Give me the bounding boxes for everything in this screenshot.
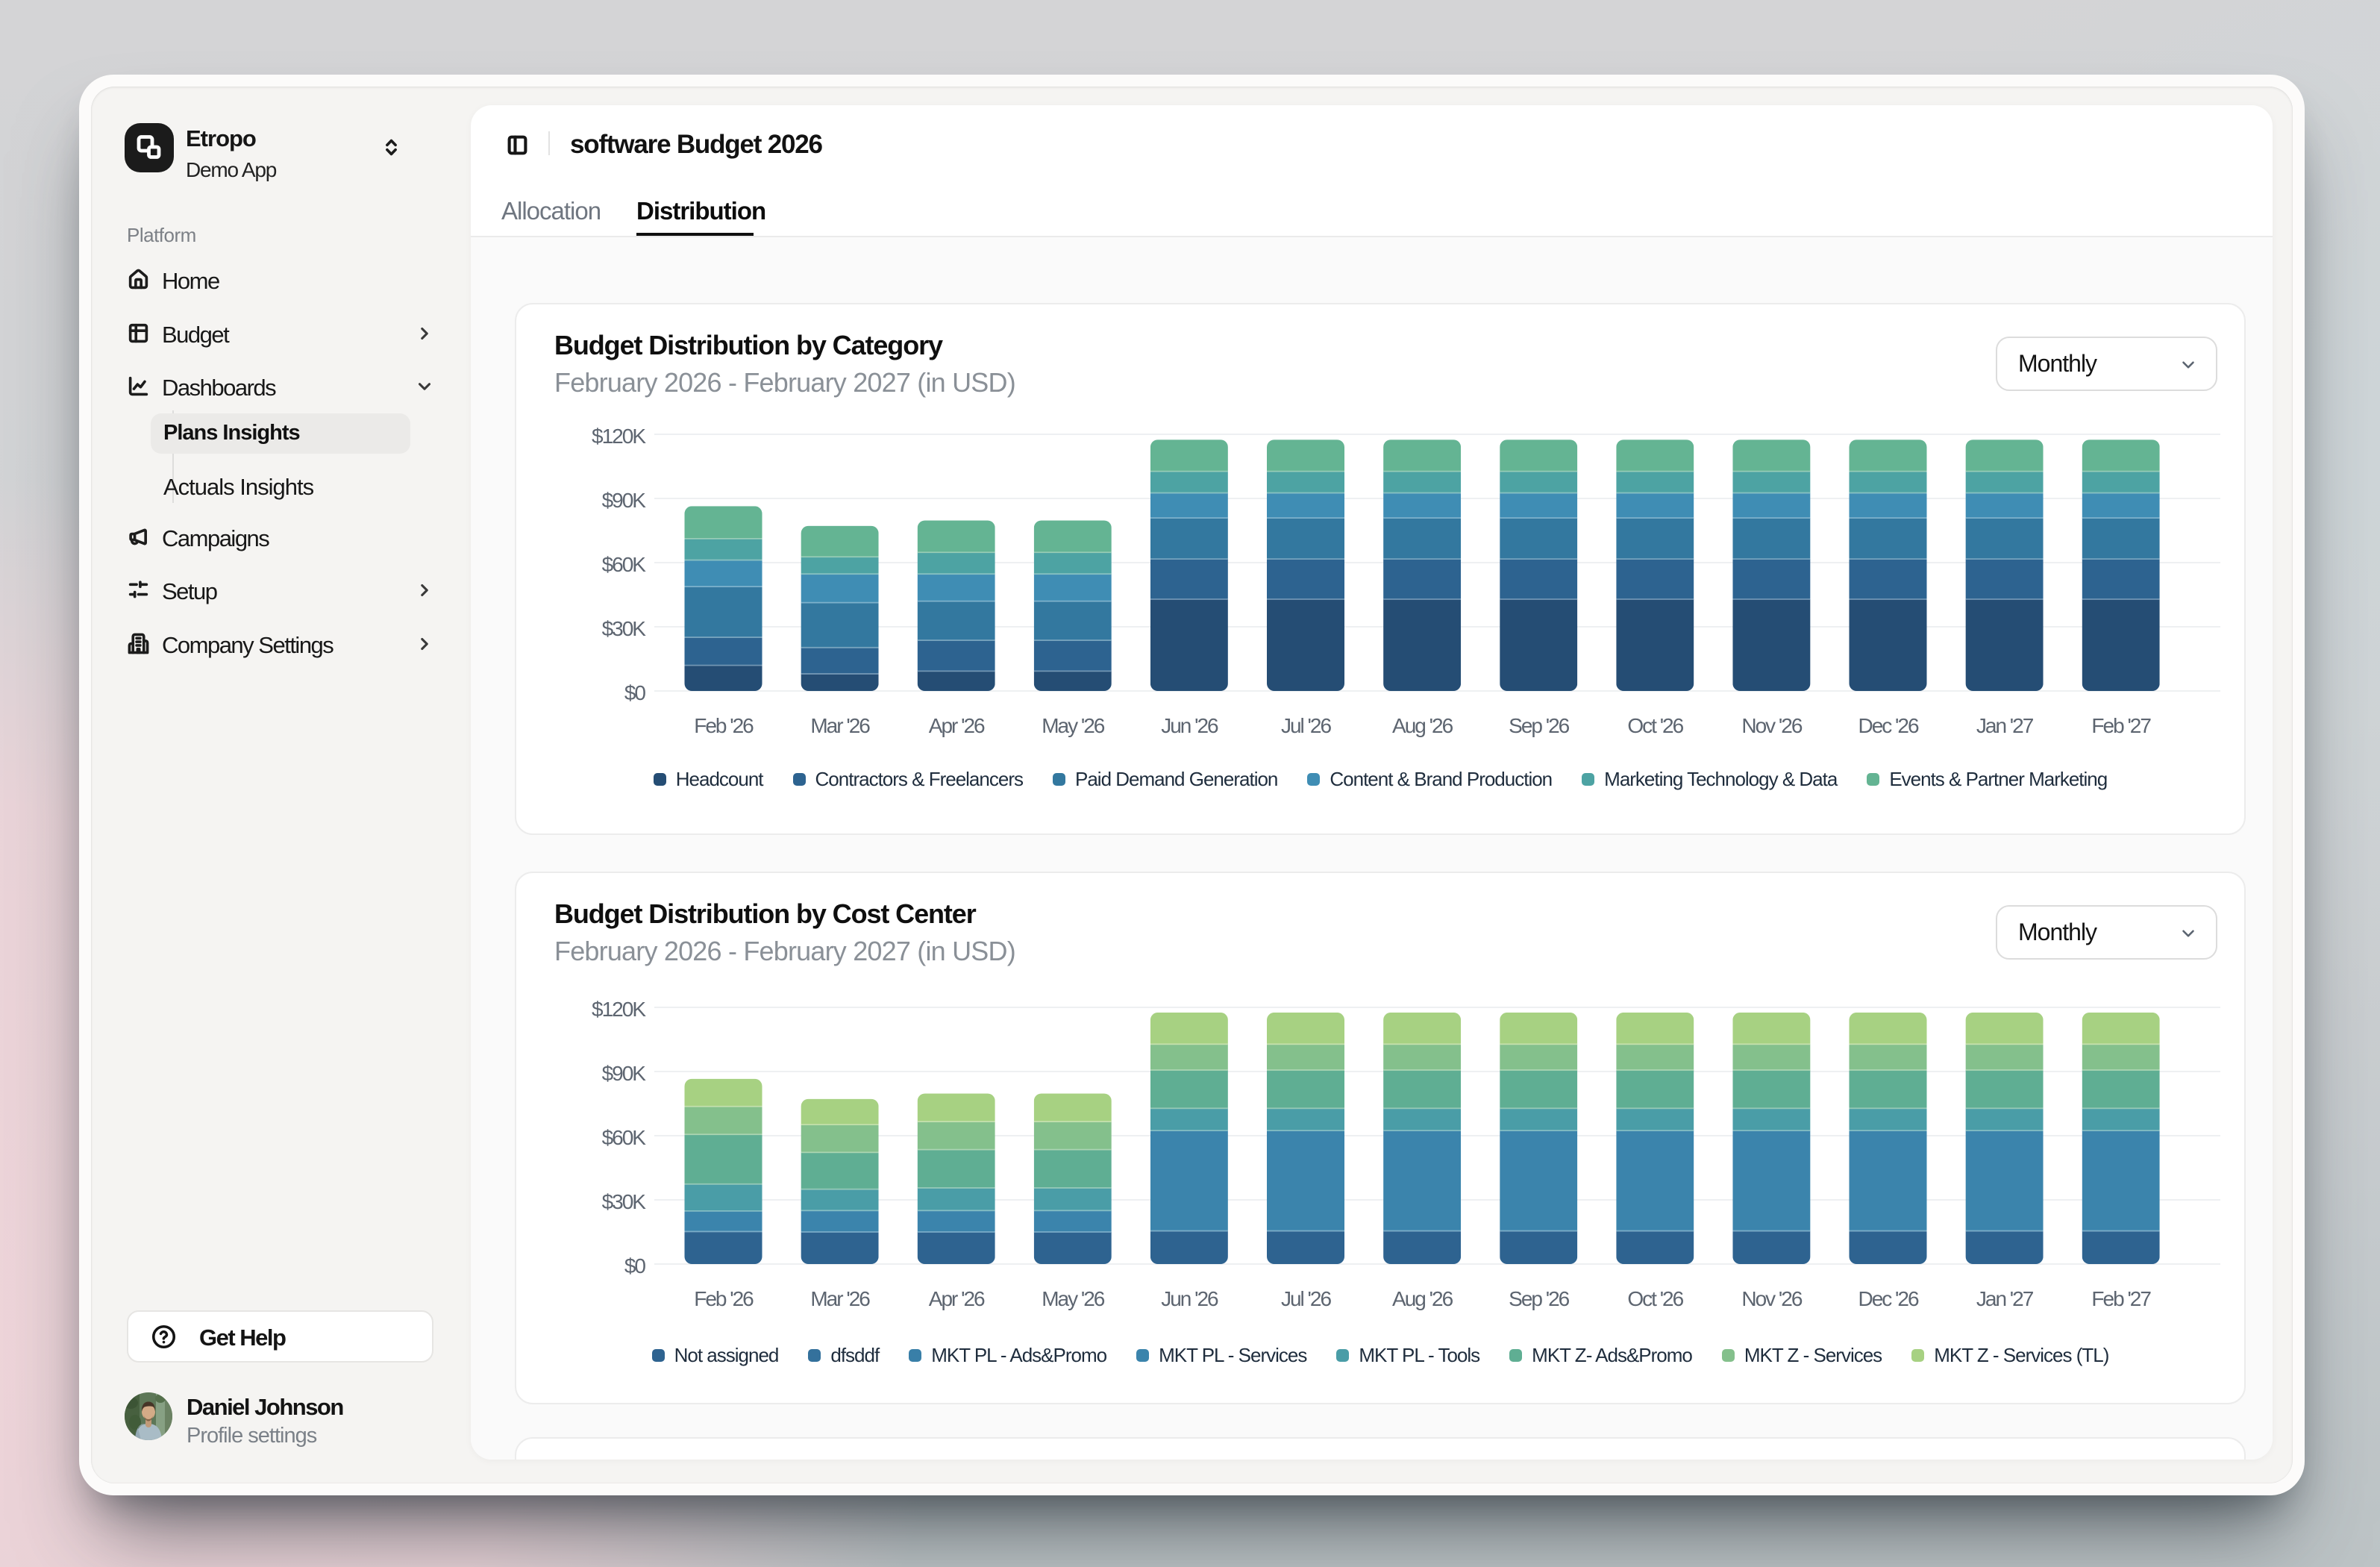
svg-text:Jan '27: Jan '27: [1976, 1287, 2034, 1310]
svg-text:$30K: $30K: [602, 617, 647, 640]
svg-text:Jul '26: Jul '26: [1281, 1287, 1331, 1310]
svg-text:Dec '26: Dec '26: [1858, 714, 1918, 737]
svg-text:$120K: $120K: [592, 425, 646, 448]
svg-text:$0: $0: [624, 1254, 646, 1277]
svg-text:Oct '26: Oct '26: [1627, 1287, 1683, 1310]
svg-text:Jul '26: Jul '26: [1281, 714, 1331, 737]
svg-text:Feb '26: Feb '26: [694, 714, 754, 737]
svg-text:$60K: $60K: [602, 553, 647, 576]
svg-text:Nov '26: Nov '26: [1741, 1287, 1802, 1310]
svg-text:Jun '26: Jun '26: [1161, 714, 1218, 737]
svg-text:Feb '27: Feb '27: [2091, 714, 2151, 737]
svg-text:$0: $0: [624, 681, 646, 704]
svg-text:May '26: May '26: [1042, 714, 1105, 737]
svg-text:$60K: $60K: [602, 1126, 647, 1149]
svg-text:May '26: May '26: [1042, 1287, 1105, 1310]
svg-text:Oct '26: Oct '26: [1627, 714, 1683, 737]
svg-text:Feb '27: Feb '27: [2091, 1287, 2151, 1310]
svg-text:$120K: $120K: [592, 998, 646, 1021]
svg-text:$30K: $30K: [602, 1190, 647, 1213]
svg-text:Sep '26: Sep '26: [1509, 714, 1570, 737]
svg-text:Aug '26: Aug '26: [1392, 1287, 1453, 1310]
svg-text:Apr '26: Apr '26: [929, 714, 985, 737]
svg-text:Apr '26: Apr '26: [929, 1287, 985, 1310]
svg-text:Mar '26: Mar '26: [810, 714, 870, 737]
svg-text:$90K: $90K: [602, 1062, 647, 1085]
svg-text:Jan '27: Jan '27: [1976, 714, 2034, 737]
svg-text:$90K: $90K: [602, 489, 647, 512]
svg-text:Sep '26: Sep '26: [1509, 1287, 1570, 1310]
svg-text:Nov '26: Nov '26: [1741, 714, 1802, 737]
svg-text:Mar '26: Mar '26: [810, 1287, 870, 1310]
svg-text:Feb '26: Feb '26: [694, 1287, 754, 1310]
svg-text:Aug '26: Aug '26: [1392, 714, 1453, 737]
svg-text:Dec '26: Dec '26: [1858, 1287, 1918, 1310]
svg-text:Jun '26: Jun '26: [1161, 1287, 1218, 1310]
